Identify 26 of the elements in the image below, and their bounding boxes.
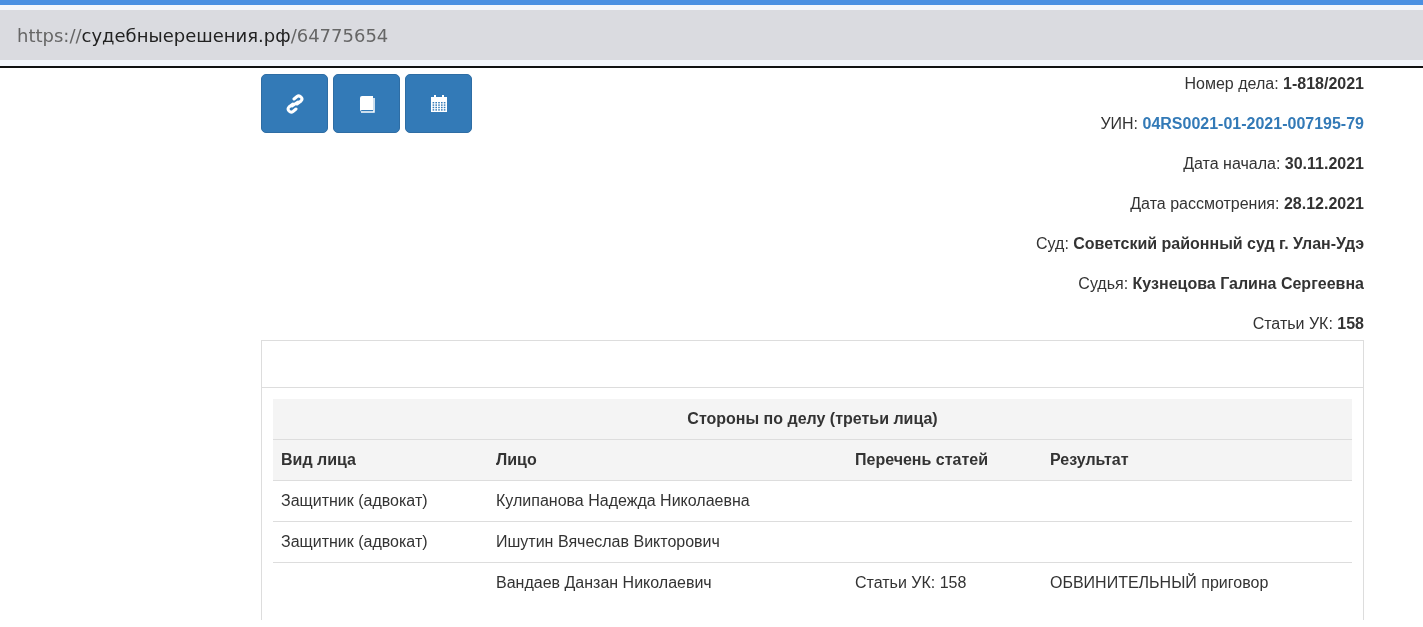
detail-line: Судья: Кузнецова Галина Сергеевна bbox=[1077, 274, 1364, 294]
table-cell: ОБВИНИТЕЛЬНЫЙ приговор bbox=[1042, 562, 1352, 603]
table-cell: Защитник (адвокат) bbox=[273, 521, 488, 563]
column-header: Лицо bbox=[488, 439, 847, 481]
detail-line: УИН: 04RS0021-01-2021-007195-79 bbox=[1099, 114, 1364, 134]
table-cell: Статьи УК: 158 bbox=[847, 562, 1042, 603]
detail-line: Статьи УК: 158 bbox=[1251, 314, 1364, 334]
calendar-button[interactable] bbox=[405, 74, 472, 133]
table-title: Стороны по делу (третьи лица) bbox=[273, 399, 1352, 440]
address-bar[interactable]: https://судебныерешения.рф/64775654 bbox=[0, 10, 1423, 66]
table-cell: Вандаев Данзан Николаевич bbox=[488, 562, 847, 603]
detail-line: Суд: Советский районный суд г. Улан-Удэ bbox=[1036, 234, 1364, 254]
column-header: Перечень статей bbox=[847, 439, 1042, 481]
calendar-icon bbox=[428, 93, 449, 114]
link-button[interactable] bbox=[261, 74, 328, 133]
book-button[interactable] bbox=[333, 74, 400, 133]
detail-line: Номер дела: 1-818/2021 bbox=[1183, 74, 1364, 94]
column-header: Результат bbox=[1042, 439, 1352, 481]
table-cell: Кулипанова Надежда Николаевна bbox=[488, 480, 847, 522]
detail-line: Дата рассмотрения: 28.12.2021 bbox=[1129, 194, 1364, 214]
detail-line: Дата начала: 30.11.2021 bbox=[1182, 154, 1364, 174]
column-header: Вид лица bbox=[273, 439, 488, 481]
table-cell: Ишутин Вячеслав Викторович bbox=[488, 521, 847, 563]
uin-link[interactable]: 04RS0021-01-2021-007195-79 bbox=[1142, 115, 1364, 132]
table-cell: Защитник (адвокат) bbox=[273, 480, 488, 522]
chain-link-icon bbox=[284, 93, 305, 114]
